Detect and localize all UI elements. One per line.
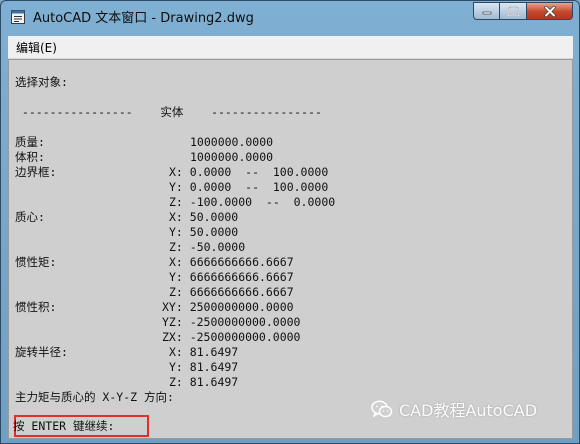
maximize-button[interactable] [500, 2, 527, 20]
maximize-icon [507, 6, 519, 16]
bounding-box-y: Y: 0.0000 -- 100.0000 [169, 180, 329, 194]
window-title: AutoCAD 文本窗口 - Drawing2.dwg [33, 11, 254, 26]
autocad-text-window-icon[interactable] [11, 9, 25, 24]
products-of-inertia-xy: XY: 2500000000.0000 [162, 300, 294, 314]
centroid-label: 质心: [15, 210, 45, 224]
caption-buttons [473, 2, 573, 22]
moments-of-inertia-y: Y: 6666666666.6667 [169, 270, 294, 284]
minimize-button[interactable] [473, 2, 500, 20]
close-icon [543, 5, 556, 17]
radii-of-gyration-x: X: 81.6497 [169, 345, 239, 359]
command-history-text-area[interactable]: 选择对象: ---------------- 实体 --------------… [8, 59, 573, 439]
minimize-icon [482, 11, 491, 15]
products-of-inertia-label: 惯性积: [15, 300, 57, 314]
bounding-box-z: Z: -100.0000 -- 0.0000 [169, 195, 336, 209]
radii-of-gyration-z: Z: 81.6497 [169, 375, 239, 389]
mass-label: 质量: [15, 135, 45, 149]
principal-moments-line: 主力矩与质心的 X-Y-Z 方向: [15, 390, 174, 404]
moments-of-inertia-label: 惯性矩: [15, 255, 57, 269]
select-objects-line: 选择对象: [15, 75, 68, 89]
watermark: CAD教程AutoCAD [371, 397, 537, 421]
moments-of-inertia-z: Z: 6666666666.6667 [169, 285, 294, 299]
section-header-line: ---------------- 实体 ---------------- [15, 105, 322, 119]
centroid-x: X: 50.0000 [169, 210, 239, 224]
mass-value: 1000000.0000 [190, 135, 274, 149]
products-of-inertia-zx: ZX: -2500000000.0000 [162, 330, 301, 344]
bounding-box-label: 边界框: [15, 165, 57, 179]
enter-to-continue-prompt[interactable]: 按 ENTER 键继续: [13, 419, 114, 434]
moments-of-inertia-x: X: 6666666666.6667 [169, 255, 294, 269]
autocad-text-window: AutoCAD 文本窗口 - Drawing2.dwg 编辑(E) 选择对象: … [0, 0, 580, 444]
centroid-z: Z: -50.0000 [169, 240, 246, 254]
volume-value: 1000000.0000 [190, 150, 274, 164]
menu-bar: 编辑(E) [8, 36, 573, 59]
products-of-inertia-yz: YZ: -2500000000.0000 [162, 315, 301, 329]
volume-label: 体积: [15, 150, 45, 164]
radii-of-gyration-y: Y: 81.6497 [169, 360, 239, 374]
wechat-logo-icon [371, 400, 393, 418]
title-bar[interactable]: AutoCAD 文本窗口 - Drawing2.dwg [1, 1, 579, 31]
centroid-y: Y: 50.0000 [169, 225, 239, 239]
menu-edit[interactable]: 编辑(E) [16, 39, 57, 56]
watermark-text: CAD教程AutoCAD [399, 401, 538, 420]
radii-of-gyration-label: 旋转半径: [15, 345, 68, 359]
bounding-box-x: X: 0.0000 -- 100.0000 [169, 165, 329, 179]
close-button[interactable] [527, 2, 573, 20]
